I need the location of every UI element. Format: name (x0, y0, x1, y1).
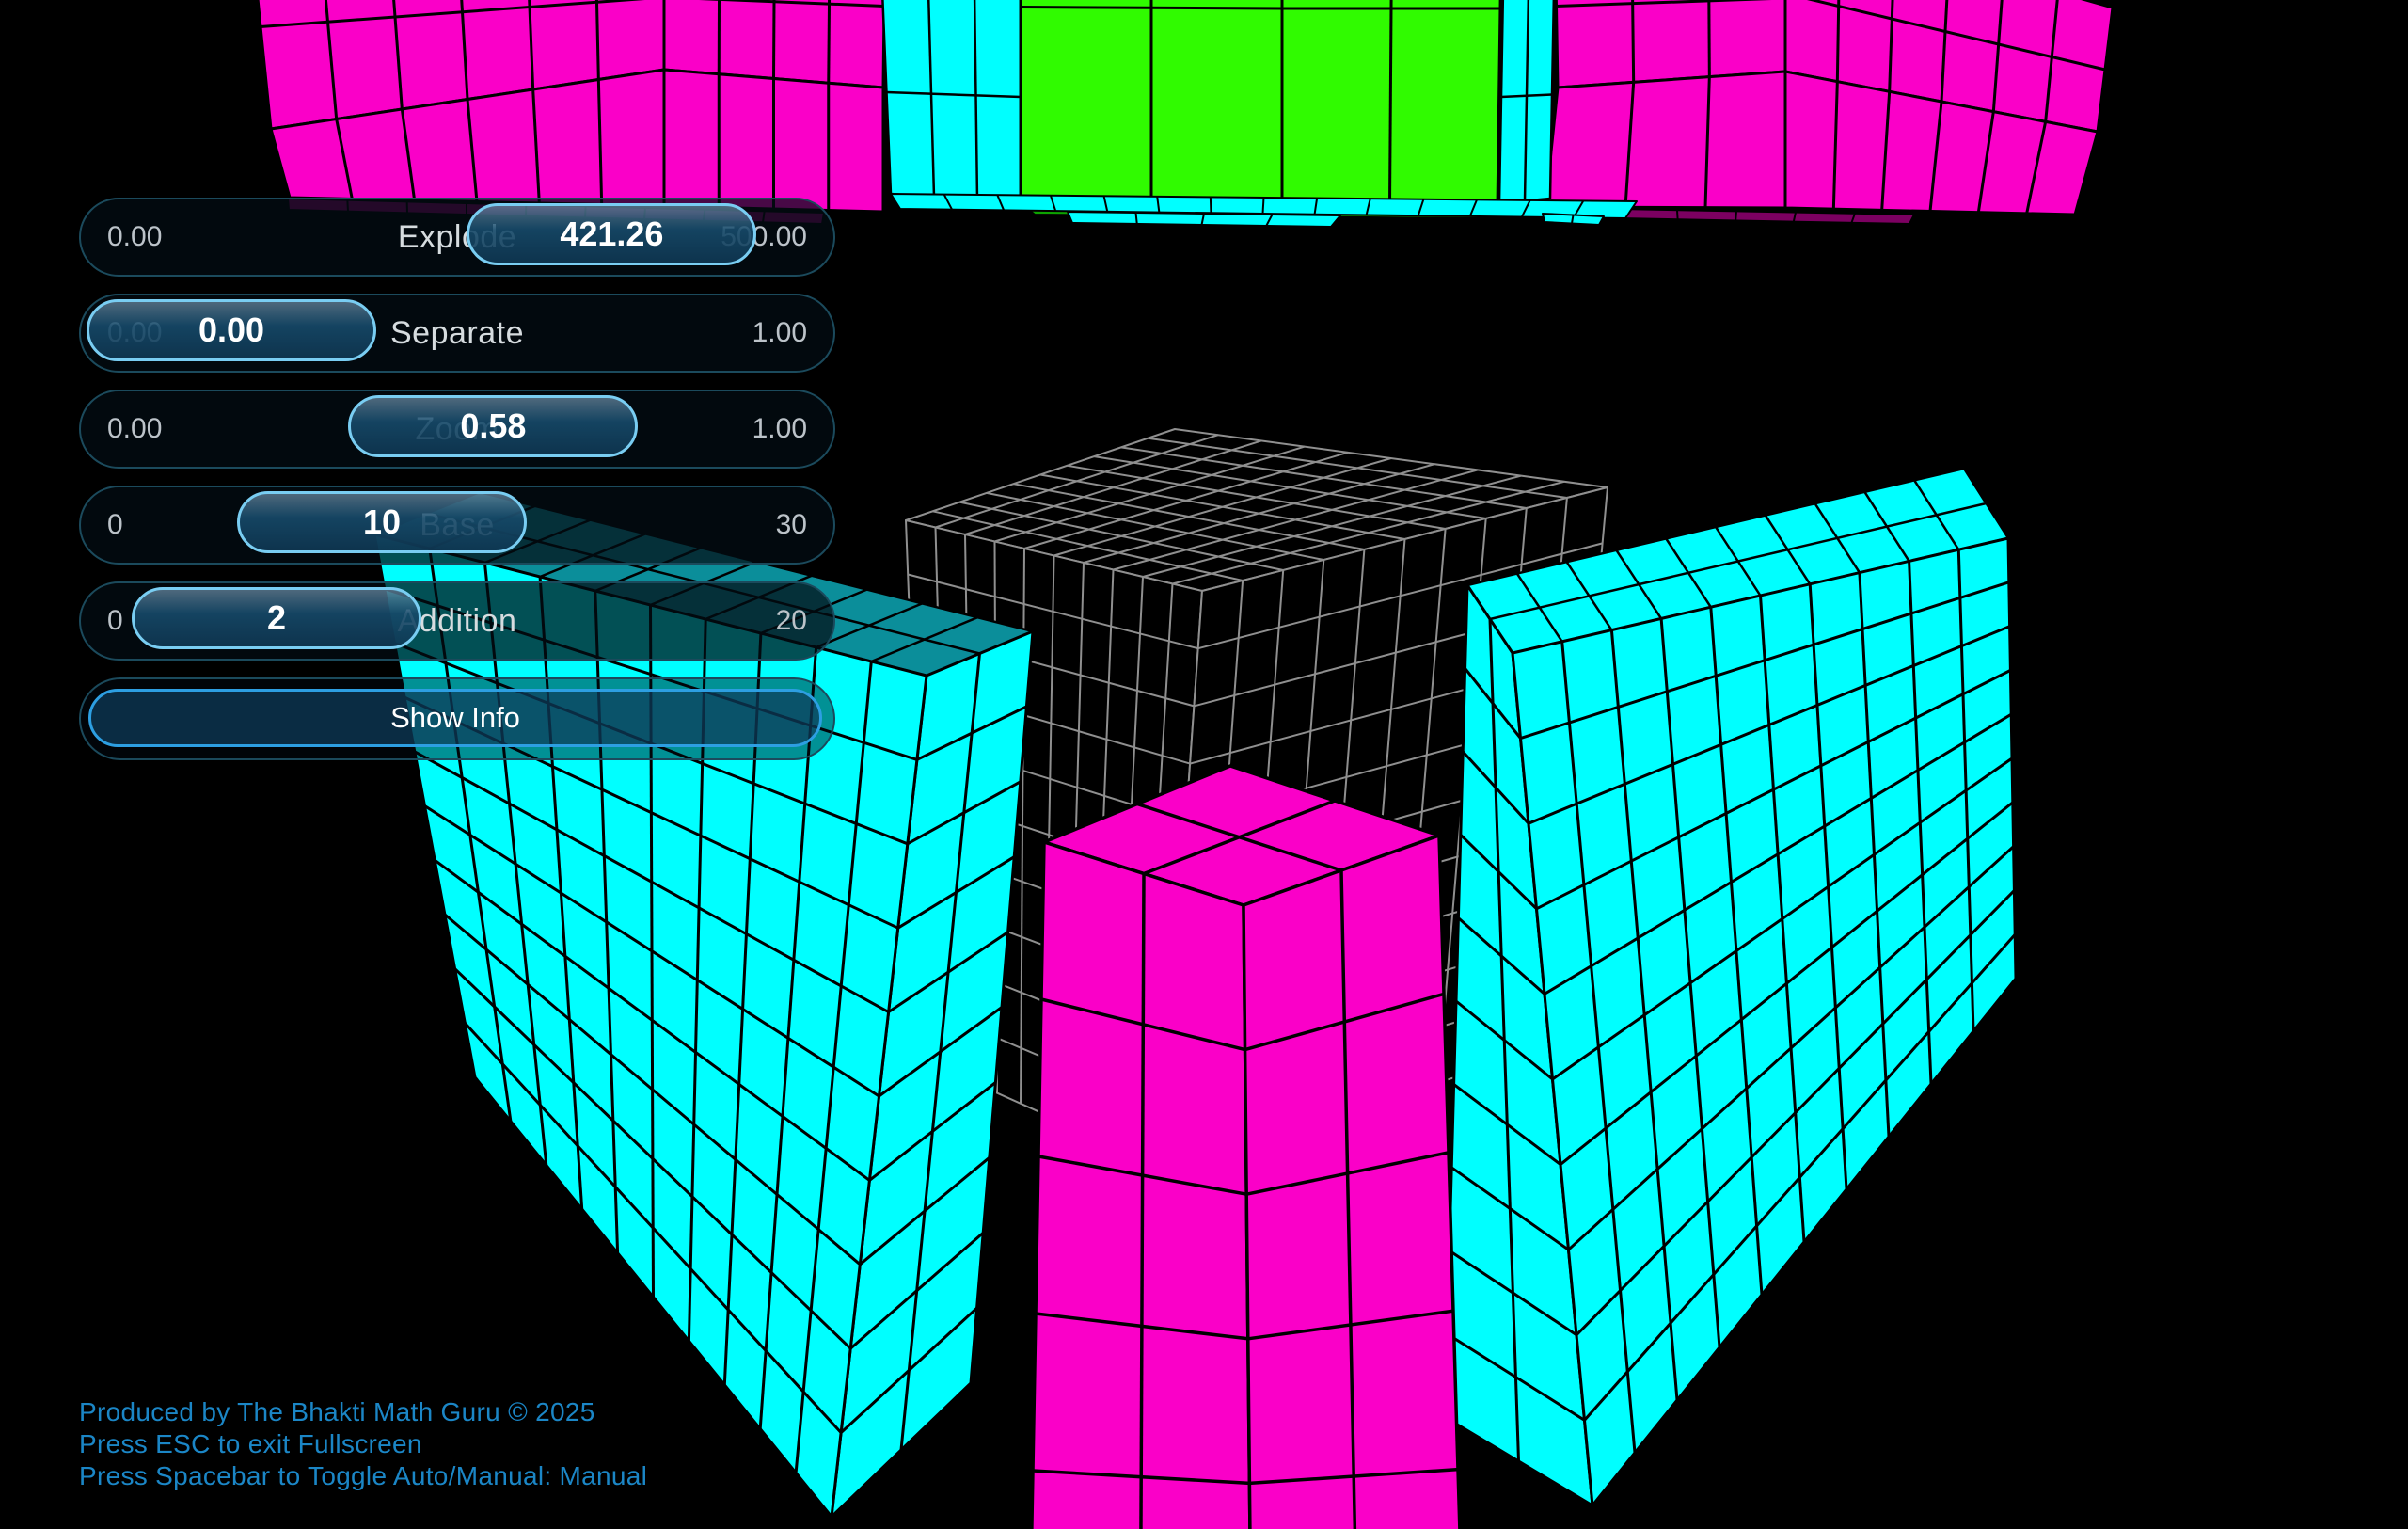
cyan-slab-topcenter-bottom-tab-b (1543, 214, 1604, 225)
magenta-slab-topright-lower-a (1545, 72, 1785, 208)
slider-track-base[interactable]: 0 Base 30 10 (79, 486, 835, 565)
slider-value-addition: 2 (135, 590, 419, 646)
slider-thumb-separate[interactable]: 0.00 (87, 299, 376, 361)
cyan-wall-right-front-face (1513, 538, 2016, 1505)
magenta-column-right-face (1244, 836, 1463, 1529)
slider-value-explode: 421.26 (469, 206, 753, 263)
slider-value-zoom: 0.58 (351, 398, 635, 454)
slider-max-label-addition: 20 (776, 583, 807, 659)
cyan-slab-topcenter-bottom-tab-a (1068, 212, 1340, 227)
show-info-track: Show Info (79, 677, 835, 760)
slider-max-label-base: 30 (776, 487, 807, 563)
slider-max-label-zoom: 1.00 (752, 391, 807, 467)
slider-value-base: 10 (240, 494, 524, 550)
slider-thumb-zoom[interactable]: 0.58 (348, 395, 638, 457)
slider-value-separate: 0.00 (89, 302, 373, 358)
app-stage: 0.00 Explode 500.00 421.26 0.00 Separate… (0, 0, 2408, 1529)
slider-thumb-addition[interactable]: 2 (132, 587, 421, 649)
cyan-slab-topcenter-right-columns (1499, 0, 1554, 203)
slider-track-addition[interactable]: 0 Addition 20 2 (79, 581, 835, 661)
cyan-slab-topcenter-left-columns (882, 0, 1021, 203)
slider-track-zoom[interactable]: 0.00 Zoom 1.00 0.58 (79, 390, 835, 469)
slider-track-explode[interactable]: 0.00 Explode 500.00 421.26 (79, 198, 835, 277)
green-cube-right-face (1282, 0, 1503, 205)
slider-thumb-explode[interactable]: 421.26 (467, 203, 756, 265)
show-info-button[interactable]: Show Info (88, 689, 822, 747)
slider-track-separate[interactable]: 0.00 Separate 1.00 0.00 (79, 294, 835, 373)
green-cube-left-face (1021, 0, 1282, 205)
slider-thumb-base[interactable]: 10 (237, 491, 527, 553)
slider-max-label-separate: 1.00 (752, 295, 807, 371)
magenta-column-left-face (1030, 842, 1251, 1529)
magenta-slab-topleft-lower-b (664, 70, 883, 212)
